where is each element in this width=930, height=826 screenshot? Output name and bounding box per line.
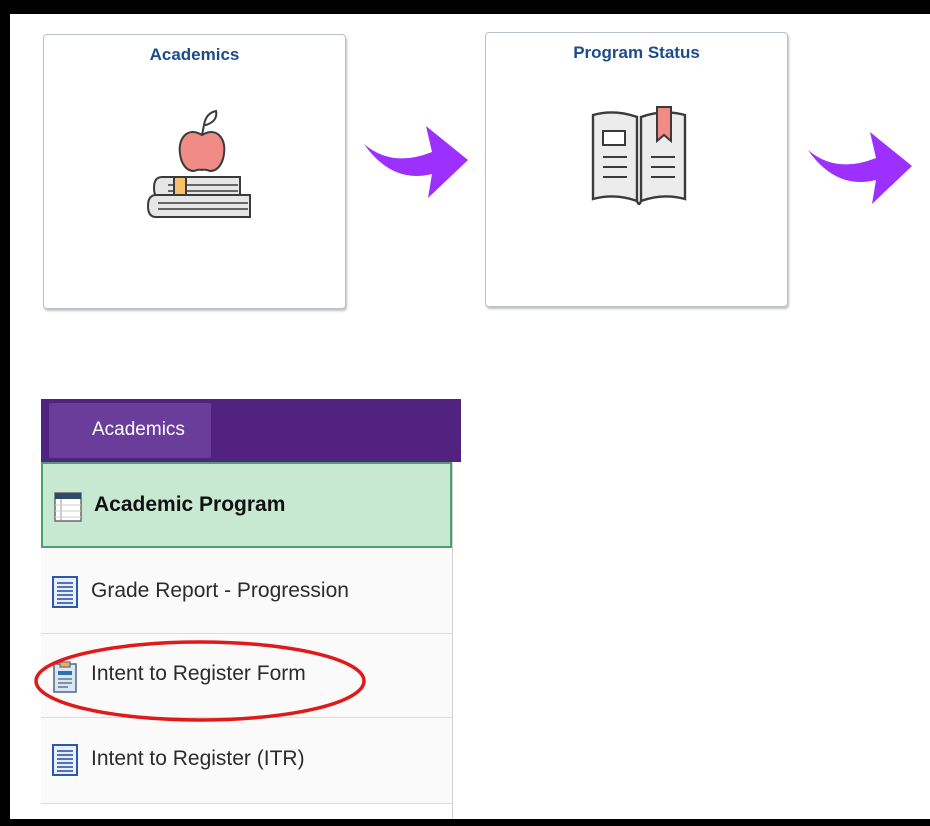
table-icon (54, 492, 82, 522)
menu-item-intent-to-register-form[interactable]: Intent to Register Form (41, 634, 452, 718)
document-icon (52, 576, 78, 608)
menu-item-label: Grade Report - Progression (91, 579, 349, 602)
document-icon (52, 744, 78, 776)
screenshot-frame: Academics Program Status Academics Acade… (0, 0, 930, 826)
academics-tile-title: Academics (149, 45, 240, 64)
menu-header: Academics (41, 399, 461, 462)
menu-item-label: Academic Program (94, 493, 286, 516)
menu-item-academic-program[interactable]: Academic Program (41, 462, 452, 548)
menu-item-label: Intent to Register Form (91, 662, 306, 685)
program-status-tile-title: Program Status (573, 43, 700, 62)
academics-menu-panel: Academics Academic Program Grade Report … (41, 399, 461, 819)
apple-on-books-icon (146, 109, 251, 218)
menu-item-grade-report[interactable]: Grade Report - Progression (41, 548, 452, 634)
open-book-icon (591, 106, 687, 206)
form-clipboard-icon (53, 661, 77, 693)
menu-list: Academic Program Grade Report - Progress… (41, 462, 453, 819)
academics-tile[interactable]: Academics (43, 34, 346, 309)
menu-item-intent-to-register-itr[interactable]: Intent to Register (ITR) (41, 718, 452, 804)
menu-header-label: Academics (92, 419, 185, 440)
program-status-tile[interactable]: Program Status (485, 32, 788, 307)
menu-item-label: Intent to Register (ITR) (91, 747, 305, 770)
arrow-right-icon (364, 126, 468, 198)
arrow-right-icon (808, 132, 912, 204)
